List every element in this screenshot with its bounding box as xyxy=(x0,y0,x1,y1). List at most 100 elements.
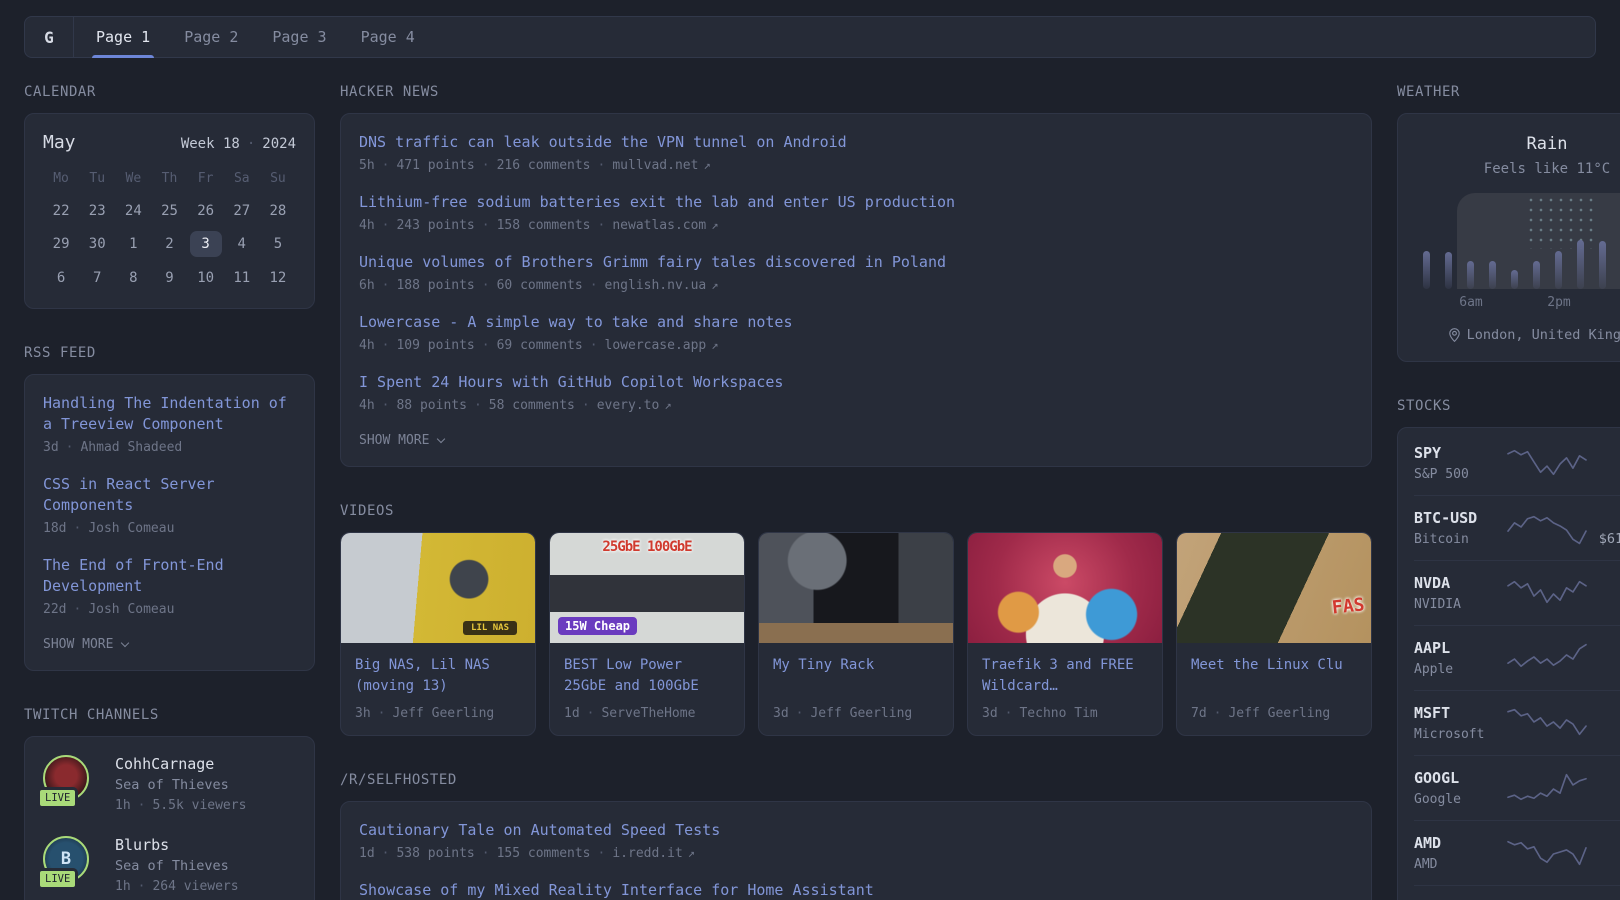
stream-age: 1h xyxy=(115,798,131,813)
stock-change: +1.29% xyxy=(1586,445,1620,461)
item-author: Techno Tim xyxy=(998,706,1098,721)
video-card[interactable]: 25GbE 100GbE 15W Cheap BEST Low Power 25… xyxy=(549,532,745,736)
stock-price: $184.91 xyxy=(1586,661,1620,677)
video-card[interactable]: LIL NAS Big NAS, Lil NAS (moving 13) 3hJ… xyxy=(340,532,536,736)
external-link-icon: ↗ xyxy=(711,338,719,352)
item-domain-link[interactable]: mullvad.net ↗ xyxy=(591,158,711,173)
twitch-channel-link[interactable]: Blurbs xyxy=(115,836,169,854)
stock-change: +0.10% xyxy=(1586,770,1620,786)
tab-page-3[interactable]: Page 3 xyxy=(272,17,326,57)
tab-page-4[interactable]: Page 4 xyxy=(361,17,415,57)
rss-widget-title: RSS FEED xyxy=(24,345,96,361)
live-badge: LIVE xyxy=(37,787,79,809)
hn-item-meta: 4h109 points69 comments lowercase.app ↗ xyxy=(359,338,1353,353)
item-domain-link[interactable]: english.nv.ua ↗ xyxy=(583,278,719,293)
video-title-link[interactable]: Traefik 3 and FREE Wildcard… xyxy=(982,655,1148,697)
stock-name: AMD xyxy=(1414,857,1438,872)
video-card[interactable]: Traefik 3 and FREE Wildcard… 3dTechno Ti… xyxy=(967,532,1163,736)
videos-row: LIL NAS Big NAS, Lil NAS (moving 13) 3hJ… xyxy=(340,532,1372,736)
item-age: 22d xyxy=(43,602,67,617)
reddit-item-title-link[interactable]: Showcase of my Mixed Reality Interface f… xyxy=(359,880,1353,900)
item-domain: english.nv.ua xyxy=(604,278,707,293)
hn-item-title-link[interactable]: Lithium-free sodium batteries exit the l… xyxy=(359,192,1353,213)
show-more-label: SHOW MORE xyxy=(43,637,114,652)
stock-symbol-link[interactable]: AMD xyxy=(1414,834,1508,852)
stream-viewers: 264 viewers xyxy=(131,879,239,894)
reddit-item-title-link[interactable]: Cautionary Tale on Automated Speed Tests xyxy=(359,820,1353,841)
stock-symbol-link[interactable]: AAPL xyxy=(1414,639,1508,657)
app-logo[interactable]: G xyxy=(25,17,74,57)
stock-price: $166.78 xyxy=(1586,791,1620,807)
stock-symbol-link[interactable]: SPY xyxy=(1414,444,1508,462)
rss-item-title-link[interactable]: Handling The Indentation of a Treeview C… xyxy=(43,393,296,435)
show-more-label: SHOW MORE xyxy=(359,433,430,448)
calendar-day: 25 xyxy=(161,203,178,219)
reddit-item: Cautionary Tale on Automated Speed Tests… xyxy=(359,820,1353,861)
item-domain-link[interactable]: lowercase.app ↗ xyxy=(583,338,719,353)
video-title-link[interactable]: Meet the Linux Clu xyxy=(1191,655,1357,697)
stock-name: Google xyxy=(1414,792,1461,807)
thumbnail-text: 25GbE 100GbE xyxy=(602,539,692,555)
stream-age: 1h xyxy=(115,879,131,894)
item-age: 4h xyxy=(359,338,375,353)
twitch-meta: 1h264 viewers xyxy=(115,879,239,894)
tab-page-2[interactable]: Page 2 xyxy=(184,17,238,57)
stock-sparkline xyxy=(1507,840,1587,866)
hn-item-title-link[interactable]: Lowercase - A simple way to take and sha… xyxy=(359,312,1353,333)
stocks-widget: STOCKS SPYS&P 500 +1.29%$511.57 BTC-USDB… xyxy=(1397,398,1620,900)
item-domain-link[interactable]: i.redd.it ↗ xyxy=(591,846,696,861)
hn-show-more-button[interactable]: SHOW MORE xyxy=(359,433,1353,448)
stock-symbol-link[interactable]: NVDA xyxy=(1414,574,1508,592)
stock-symbol-link[interactable]: BTC-USD xyxy=(1414,509,1508,527)
video-title-link[interactable]: BEST Low Power 25GbE and 100GbE Switch… xyxy=(564,655,730,697)
video-title-link[interactable]: Big NAS, Lil NAS (moving 13) xyxy=(355,655,521,697)
weather-bar xyxy=(1444,252,1452,289)
stock-symbol-link[interactable]: MSFT xyxy=(1414,704,1508,722)
rss-item-title-link[interactable]: CSS in React Server Components xyxy=(43,474,296,516)
stock-row: BTC-USD Bitcoin +4.40% $61,725.48 xyxy=(1414,495,1620,560)
calendar-day: 12 xyxy=(269,270,287,286)
calendar-week: Week 18 xyxy=(180,136,240,152)
avatar-letter: B xyxy=(60,849,72,869)
right-column: WEATHER Rain Feels like 11°C 12° 6am 2pm… xyxy=(1397,84,1620,900)
weather-location: London, United Kingdom xyxy=(1414,327,1620,343)
video-card[interactable]: My Tiny Rack 3dJeff Geerling xyxy=(758,532,954,736)
item-domain: newatlas.com xyxy=(612,218,707,233)
calendar-weekday: Th xyxy=(161,171,178,186)
video-title-link[interactable]: My Tiny Rack xyxy=(773,655,939,697)
stock-row: AAPL Apple +6.87% $184.91 xyxy=(1414,625,1620,690)
hn-item-title-link[interactable]: Unique volumes of Brothers Grimm fairy t… xyxy=(359,252,1353,273)
item-domain: mullvad.net xyxy=(612,158,699,173)
video-card[interactable]: FAS Meet the Linux Clu 7dJeff Geerling xyxy=(1176,532,1372,736)
weather-widget: WEATHER Rain Feels like 11°C 12° 6am 2pm… xyxy=(1397,84,1620,362)
hn-item-title-link[interactable]: I Spent 24 Hours with GitHub Copilot Wor… xyxy=(359,372,1353,393)
video-thumbnail: FAS xyxy=(1177,533,1371,643)
item-comments: 155 comments xyxy=(475,846,591,861)
rss-show-more-button[interactable]: SHOW MORE xyxy=(43,637,296,652)
item-age: 5h xyxy=(359,158,375,173)
tab-page-1[interactable]: Page 1 xyxy=(91,17,155,58)
item-domain-link[interactable]: newatlas.com ↗ xyxy=(591,218,719,233)
weather-bar xyxy=(1422,251,1430,289)
left-column: CALENDAR May Week 182024 Mo Tu We Th Fr xyxy=(24,84,315,900)
calendar-widget: CALENDAR May Week 182024 Mo Tu We Th Fr xyxy=(24,84,315,309)
stock-symbol-link[interactable]: GOOGL xyxy=(1414,769,1508,787)
weather-bar xyxy=(1598,241,1606,289)
video-meta: 3dJeff Geerling xyxy=(773,706,939,721)
stock-change: +2.16% xyxy=(1586,705,1620,721)
location-pin-icon xyxy=(1448,328,1460,342)
weather-card: Rain Feels like 11°C 12° 6am 2pm 10pm xyxy=(1397,113,1620,362)
rss-item-title-link[interactable]: The End of Front-End Development xyxy=(43,555,296,597)
calendar-card: May Week 182024 Mo Tu We Th Fr Sa Su 222… xyxy=(24,113,315,309)
stock-change: +4.40% xyxy=(1586,510,1620,526)
item-author: Jeff Geerling xyxy=(371,706,495,721)
item-domain-link[interactable]: every.to ↗ xyxy=(575,398,672,413)
item-age: 7d xyxy=(1191,706,1207,721)
weather-bars xyxy=(1414,193,1620,289)
stream-viewers: 5.5k viewers xyxy=(131,798,247,813)
hn-item-title-link[interactable]: DNS traffic can leak outside the VPN tun… xyxy=(359,132,1353,153)
twitch-channel-link[interactable]: CohhCarnage xyxy=(115,755,214,773)
stock-price: $888.40 xyxy=(1586,596,1620,612)
stock-name: S&P 500 xyxy=(1414,467,1469,482)
item-author: Jeff Geerling xyxy=(789,706,913,721)
